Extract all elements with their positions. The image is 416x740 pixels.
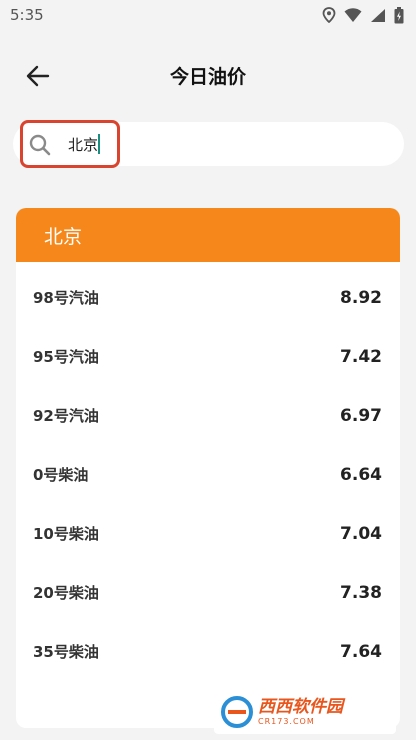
price-card: 北京 98号汽油 8.92 95号汽油 7.42 92号汽油 6.97 0号柴油… (16, 208, 400, 728)
wifi-icon (344, 7, 362, 22)
watermark-sub-text: CR173.COM (258, 716, 315, 726)
status-time: 5:35 (10, 6, 44, 24)
fuel-price: 7.42 (340, 346, 382, 367)
price-row: 10号柴油 7.04 (16, 504, 400, 563)
fuel-name: 95号汽油 (33, 348, 99, 366)
price-row: 0号柴油 6.64 (16, 445, 400, 504)
location-icon (322, 7, 336, 23)
watermark-main-text: 西西软件园 (258, 696, 343, 717)
signal-icon (371, 8, 385, 22)
fuel-name: 98号汽油 (33, 289, 99, 307)
fuel-name: 92号汽油 (33, 407, 99, 425)
battery-icon (394, 6, 404, 23)
watermark: 西西软件园 CR173.COM (214, 690, 396, 734)
status-icons (322, 6, 404, 24)
price-row: 92号汽油 6.97 (16, 386, 400, 445)
text-caret (98, 134, 100, 154)
search-icon (29, 134, 51, 156)
fuel-name: 10号柴油 (33, 525, 99, 543)
fuel-name: 20号柴油 (33, 584, 99, 602)
price-row: 98号汽油 8.92 (16, 268, 400, 327)
watermark-logo-icon (221, 696, 253, 728)
price-list: 98号汽油 8.92 95号汽油 7.42 92号汽油 6.97 0号柴油 6.… (16, 268, 400, 681)
fuel-price: 7.38 (340, 582, 382, 603)
price-row: 95号汽油 7.42 (16, 327, 400, 386)
status-bar: 5:35 (0, 0, 416, 30)
card-city-header: 北京 (16, 208, 400, 262)
watermark-text: 西西软件园 CR173.COM (258, 696, 343, 726)
app-header: 今日油价 (0, 50, 416, 102)
price-row: 35号柴油 7.64 (16, 622, 400, 681)
fuel-price: 6.64 (340, 464, 382, 485)
fuel-name: 0号柴油 (33, 466, 89, 484)
page-title: 今日油价 (169, 66, 246, 88)
fuel-price: 8.92 (340, 287, 382, 308)
fuel-price: 7.04 (340, 523, 382, 544)
fuel-name: 35号柴油 (33, 643, 99, 661)
city-name: 北京 (44, 225, 83, 248)
fuel-price: 7.64 (340, 641, 382, 662)
price-row: 20号柴油 7.38 (16, 563, 400, 622)
search-input[interactable] (68, 131, 388, 157)
fuel-price: 6.97 (340, 405, 382, 426)
